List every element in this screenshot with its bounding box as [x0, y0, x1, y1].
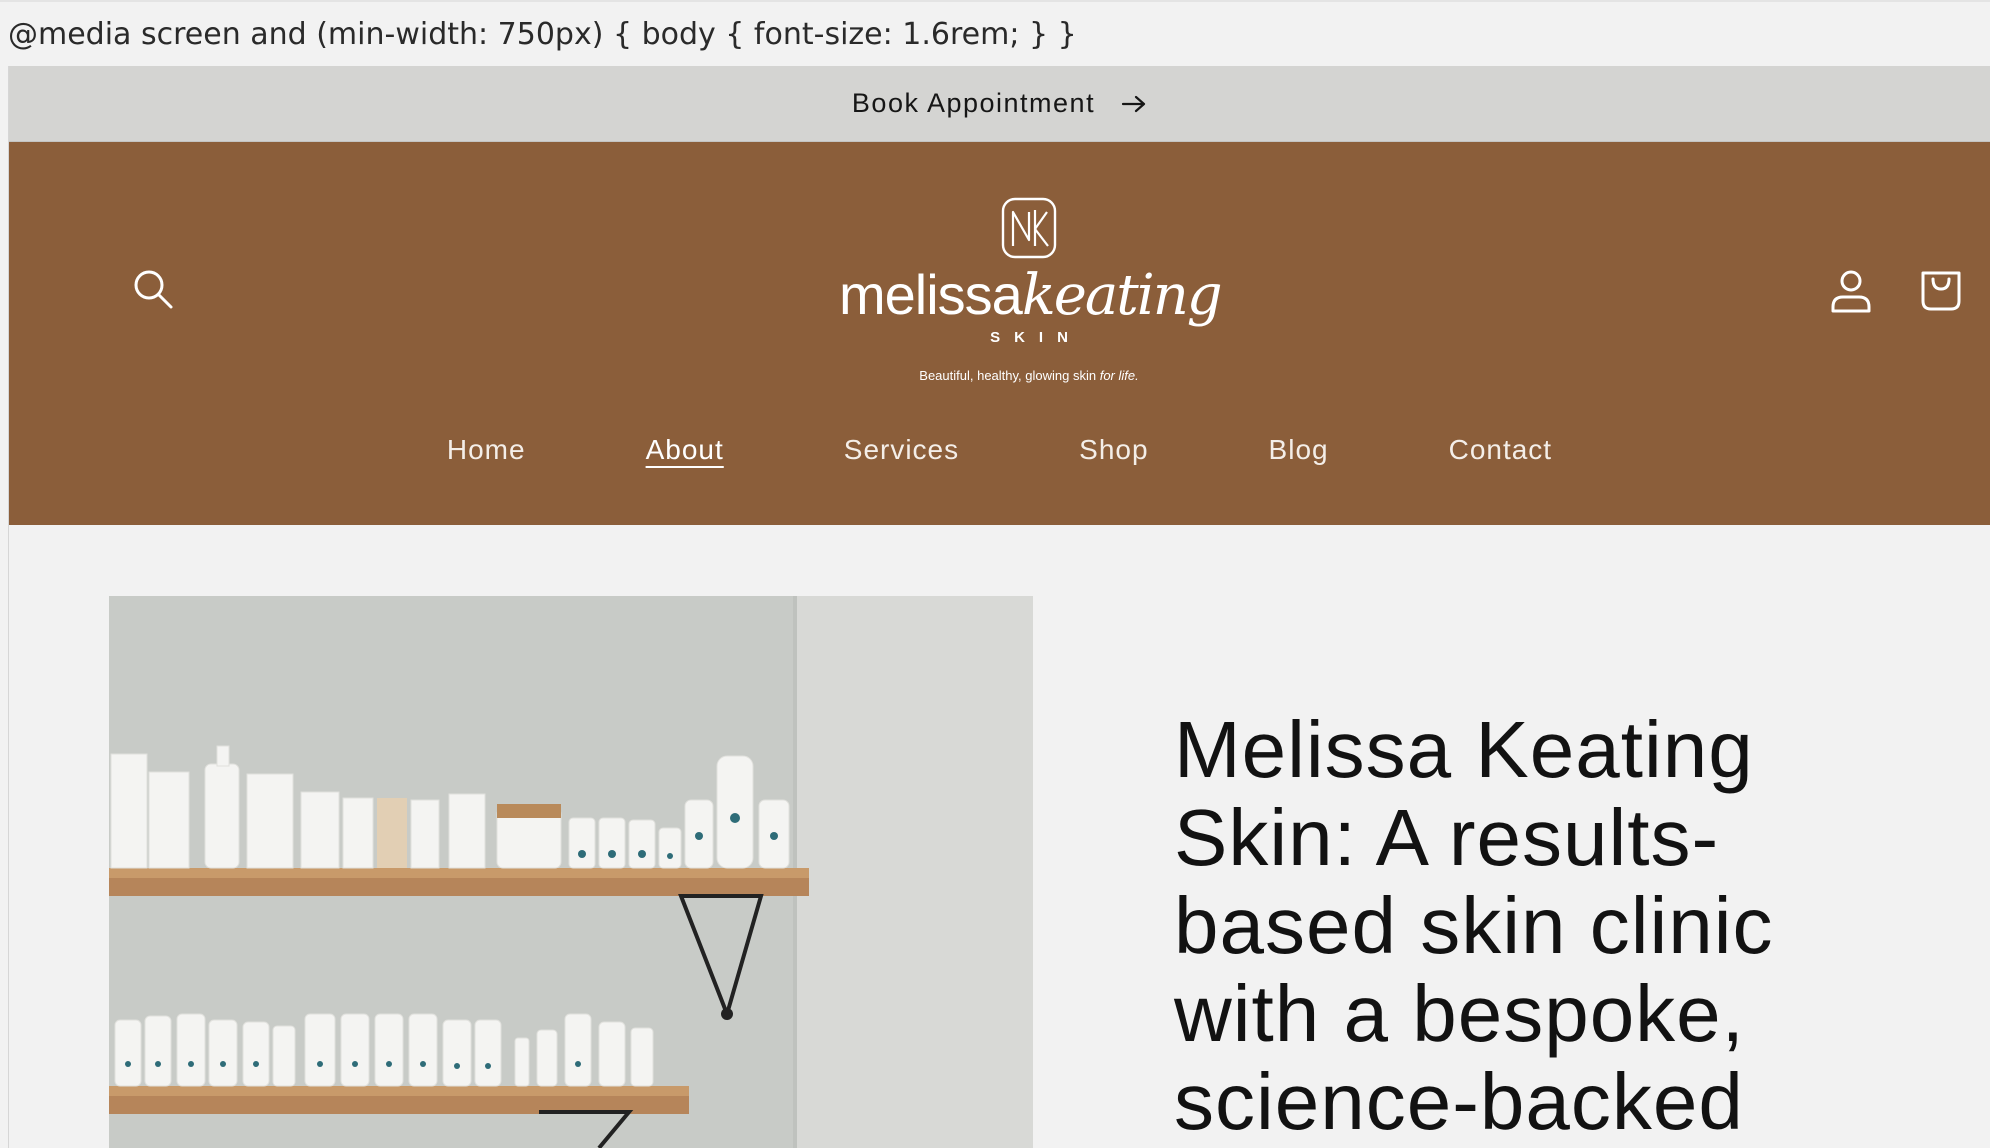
- logo-tagline: Beautiful, healthy, glowing skin for lif…: [839, 368, 1219, 383]
- cart-icon: [1915, 271, 1967, 319]
- page-heading: Melissa Keating Skin: A results-based sk…: [1174, 705, 1774, 1146]
- cart-button[interactable]: [1915, 263, 1967, 315]
- page-frame: Book Appointment melissakeating SKIN Bea…: [8, 66, 1990, 1148]
- logo-wordmark: melissakeating: [839, 263, 1223, 328]
- nav-item-about[interactable]: About: [646, 434, 724, 466]
- account-icon: [1825, 270, 1877, 321]
- search-icon: [129, 270, 177, 317]
- logo-word-second: keating: [1021, 263, 1223, 328]
- main-navigation: Home About Services Shop Blog Contact: [9, 434, 1990, 466]
- search-button[interactable]: [129, 265, 177, 313]
- tagline-main: Beautiful, healthy, glowing skin: [919, 368, 1100, 383]
- nav-item-shop[interactable]: Shop: [1079, 434, 1148, 466]
- tagline-emphasis: for life.: [1099, 368, 1139, 383]
- account-button[interactable]: [1825, 265, 1877, 317]
- hero-image: [109, 596, 1033, 1148]
- logo-subtitle: SKIN: [990, 329, 1082, 346]
- nav-item-contact[interactable]: Contact: [1449, 434, 1553, 466]
- site-header: melissakeating SKIN Beautiful, healthy, …: [9, 142, 1990, 525]
- book-appointment-link[interactable]: Book Appointment: [852, 88, 1095, 119]
- site-logo[interactable]: melissakeating SKIN: [839, 196, 1223, 346]
- nav-item-blog[interactable]: Blog: [1269, 434, 1329, 466]
- nav-item-home[interactable]: Home: [447, 434, 526, 466]
- logo-word-first: melissa: [839, 263, 1023, 326]
- announcement-bar[interactable]: Book Appointment: [9, 66, 1990, 142]
- leaked-css-text: @media screen and (min-width: 750px) { b…: [0, 0, 1990, 66]
- nav-item-services[interactable]: Services: [844, 434, 959, 466]
- arrow-right-icon: [1121, 94, 1147, 114]
- logo-monogram: [839, 196, 1219, 260]
